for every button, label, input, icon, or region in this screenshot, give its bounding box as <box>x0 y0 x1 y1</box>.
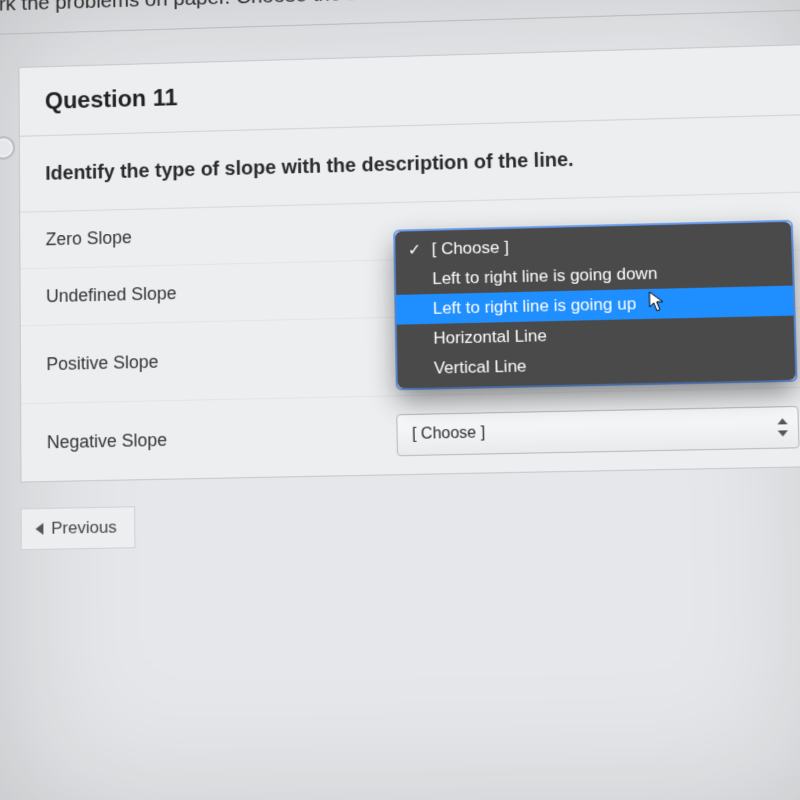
cursor-icon <box>649 290 666 312</box>
option-label: Horizontal Line <box>433 326 547 347</box>
instructions-text: rk the problems on paper. Choose the bes… <box>0 0 705 15</box>
match-label: Positive Slope <box>46 346 396 375</box>
previous-label: Previous <box>51 518 116 539</box>
match-label: Zero Slope <box>46 221 394 250</box>
option-label: Vertical Line <box>434 356 527 377</box>
quiz-instructions: rk the problems on paper. Choose the bes… <box>0 0 800 35</box>
match-row-negative-slope: Negative Slope [ Choose ] <box>21 387 800 481</box>
chevron-updown-icon <box>775 418 788 436</box>
option-label: Left to right line is going down <box>432 263 658 287</box>
option-label: [ Choose ] <box>431 237 509 258</box>
question-card: Question 11 Identify the type of slope w… <box>18 44 800 483</box>
answer-select-open[interactable]: ✓ [ Choose ] Left to right line is going… <box>394 219 798 390</box>
answer-select[interactable]: [ Choose ] <box>397 406 800 456</box>
option-label: Left to right line is going up <box>433 294 637 318</box>
dropdown-popup: ✓ [ Choose ] Left to right line is going… <box>396 221 796 388</box>
match-label: Undefined Slope <box>46 278 395 307</box>
checkmark-icon: ✓ <box>408 239 422 259</box>
match-label: Negative Slope <box>47 425 397 453</box>
question-number: Question 11 <box>45 67 789 115</box>
question-marker-icon <box>0 134 17 162</box>
chevron-left-icon <box>35 523 43 535</box>
select-value: [ Choose ] <box>412 424 485 443</box>
previous-button[interactable]: Previous <box>21 506 136 550</box>
